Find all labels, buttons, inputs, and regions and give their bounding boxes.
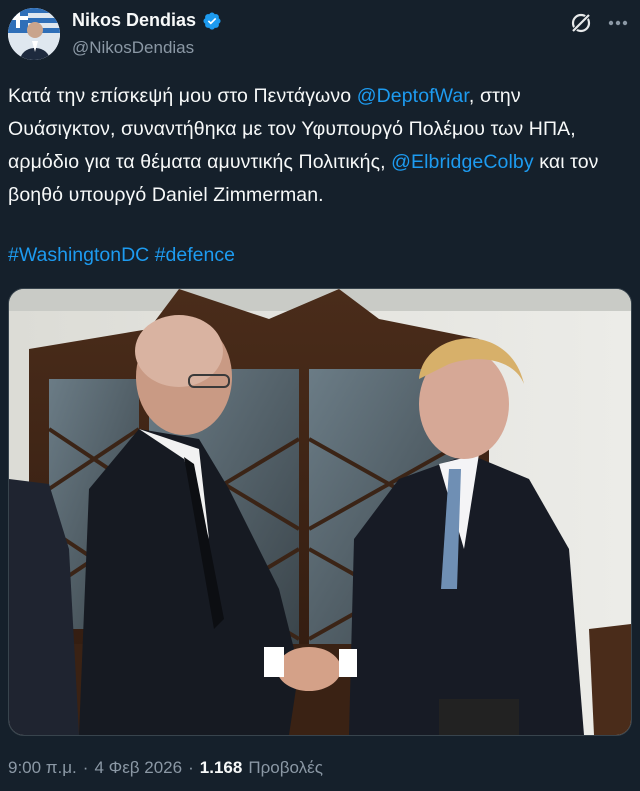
separator-dot: ·	[188, 758, 194, 777]
photo-handshake-meeting	[9, 289, 631, 735]
grok-icon[interactable]	[568, 10, 594, 36]
display-name[interactable]: Nikos Dendias	[72, 10, 196, 31]
tweet-time[interactable]: 9:00 π.μ.	[8, 758, 77, 778]
separator-dot: ·	[82, 758, 89, 777]
tweet-meta: 9:00 π.μ. · 4 Φεβ 2026 · 1.168 Προβολές	[8, 758, 323, 778]
avatar-image	[8, 8, 60, 60]
more-horizontal-icon[interactable]	[604, 10, 632, 36]
tweet-text: Κατά την επίσκεψή μου στο Πεντάγωνο @Dep…	[8, 80, 628, 212]
hashtag-defence[interactable]: #defence	[155, 244, 235, 266]
hashtags: #WashingtonDC #defence	[8, 240, 235, 270]
tweet-date[interactable]: 4 Φεβ 2026	[94, 758, 182, 778]
views-label: Προβολές	[248, 758, 323, 777]
avatar[interactable]	[8, 8, 60, 60]
user-handle[interactable]: @NikosDendias	[72, 38, 194, 58]
views-count[interactable]: 1.168	[200, 758, 243, 778]
tweet-photo[interactable]	[8, 288, 632, 736]
verified-badge-icon	[202, 11, 222, 31]
tweet-text-segment: Κατά την επίσκεψή μου στο Πεντάγωνο	[8, 85, 357, 107]
mention-elbridgecolby[interactable]: @ElbridgeColby	[391, 151, 534, 173]
mention-deptofwar[interactable]: @DeptofWar	[357, 85, 469, 107]
hashtag-washingtondc[interactable]: #WashingtonDC	[8, 244, 149, 266]
tweet-header: Nikos Dendias @NikosDendias	[0, 0, 640, 70]
